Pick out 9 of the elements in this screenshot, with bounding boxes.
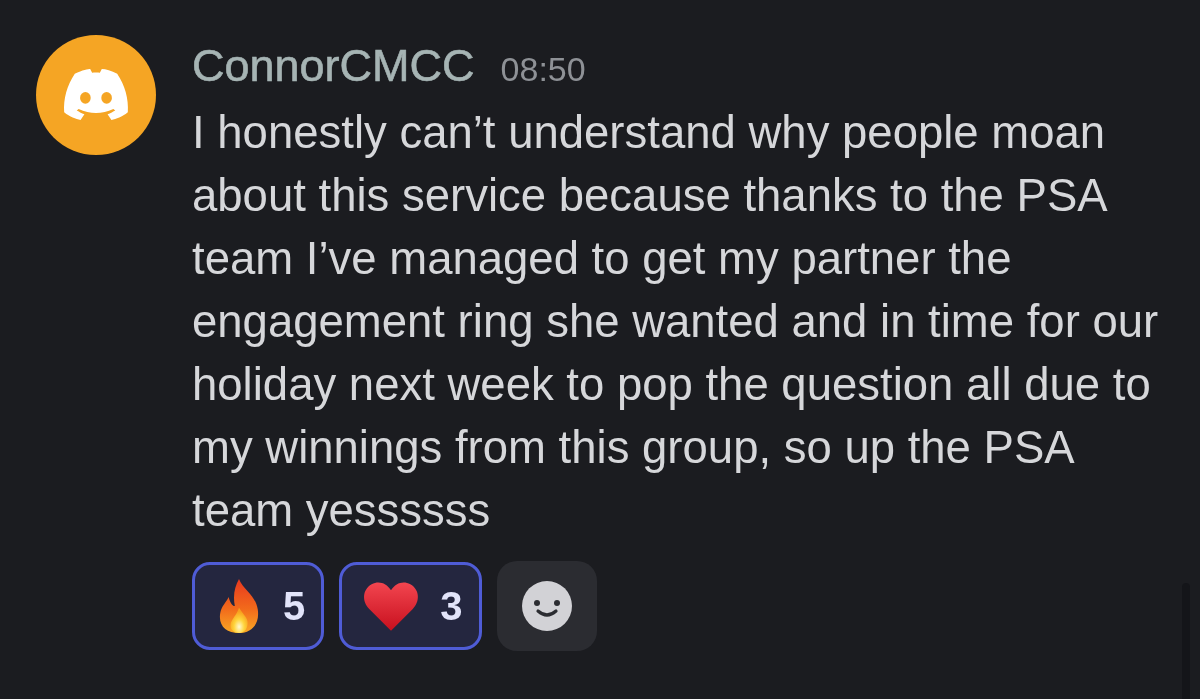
reaction-button[interactable]: 3: [339, 562, 482, 650]
author-name[interactable]: ConnorCMCC: [192, 41, 475, 91]
timestamp: 08:50: [500, 50, 586, 89]
controller-face-icon: [61, 68, 131, 122]
smiley-face-icon: [521, 581, 572, 631]
add-reaction-button[interactable]: [496, 561, 597, 651]
message-text: I honestly can’t understand why people moan about this service because thanks to the PSA team I’ve managed to get my partner the engagement ring she wanted and in time for our holiday next week to pop the question all due to my winnings from this group, so up the PSA team yessssss: [192, 106, 1160, 538]
heart-icon: [362, 580, 421, 632]
reaction-button[interactable]: 5: [192, 562, 325, 650]
